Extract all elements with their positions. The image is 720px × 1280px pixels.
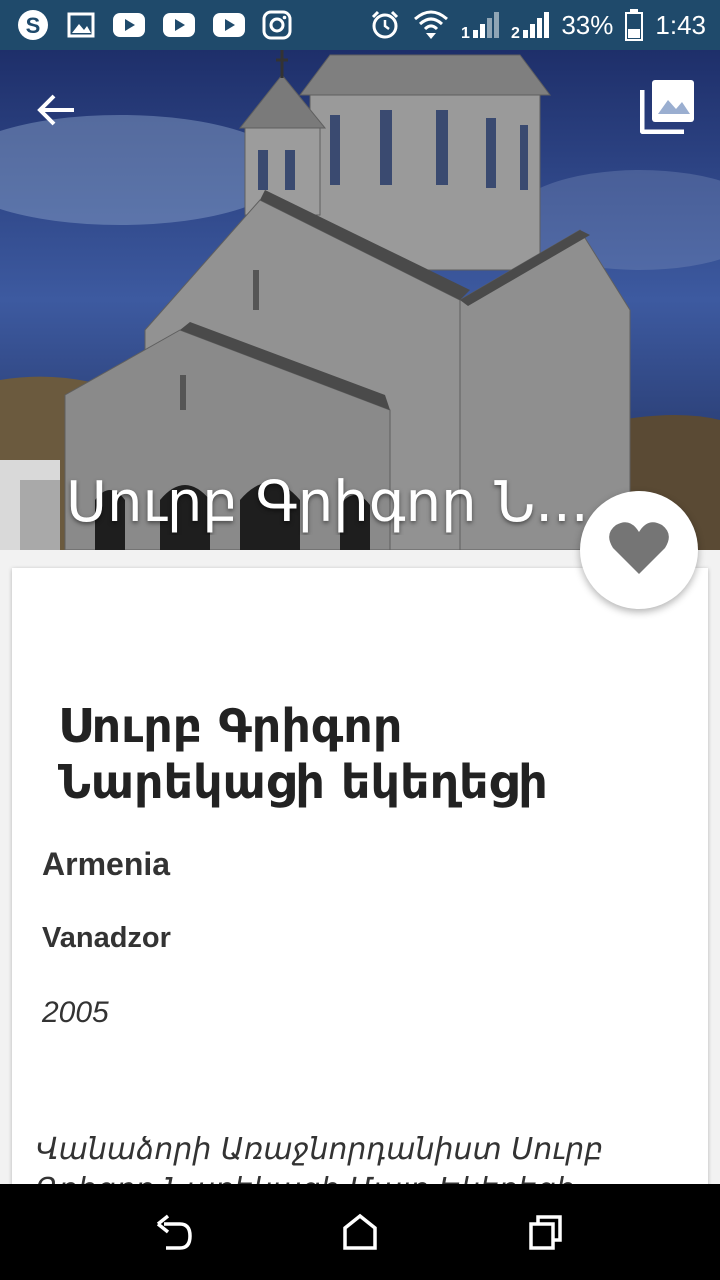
svg-text:S: S: [26, 13, 41, 38]
back-arrow-icon[interactable]: [34, 88, 78, 132]
svg-text:1: 1: [461, 25, 470, 40]
church-name: Սուրբ Գրիգոր Նարեկացի եկեղեցի: [58, 699, 548, 809]
battery-icon: [625, 9, 644, 41]
detail-card: Սուրբ Գրիգոր Նարեկացի եկեղեցի Armenia Va…: [12, 568, 708, 1208]
svg-text:2: 2: [511, 25, 520, 40]
alarm-icon: [369, 9, 401, 41]
signal-1-icon: 1: [461, 10, 500, 40]
year-label: 2005: [42, 996, 109, 1029]
instagram-icon: [262, 10, 292, 40]
hero-image: Սուրբ Գրիգոր Ն...: [0, 50, 720, 550]
clock: 1:43: [655, 10, 706, 40]
youtube-icon: [162, 12, 196, 38]
favorite-button[interactable]: [580, 491, 698, 609]
heart-icon: [608, 520, 670, 581]
photo-library-icon[interactable]: [639, 78, 696, 135]
home-icon[interactable]: [340, 1212, 380, 1252]
status-bar: S 1 2 33% 1:43: [0, 0, 720, 50]
back-icon[interactable]: [154, 1212, 194, 1252]
recents-icon[interactable]: [526, 1212, 566, 1252]
battery-percent: 33%: [561, 10, 614, 40]
country-label: Armenia: [42, 846, 171, 882]
skype-icon: S: [16, 8, 50, 42]
youtube-icon: [112, 12, 146, 38]
navigation-bar: [0, 1184, 720, 1280]
image-icon: [66, 10, 96, 40]
signal-2-icon: 2: [511, 10, 550, 40]
wifi-icon: [413, 9, 449, 41]
youtube-icon: [212, 12, 246, 38]
hero-title: Սուրբ Գրիգոր Ն...: [66, 470, 589, 535]
city-label: Vanadzor: [42, 922, 171, 954]
